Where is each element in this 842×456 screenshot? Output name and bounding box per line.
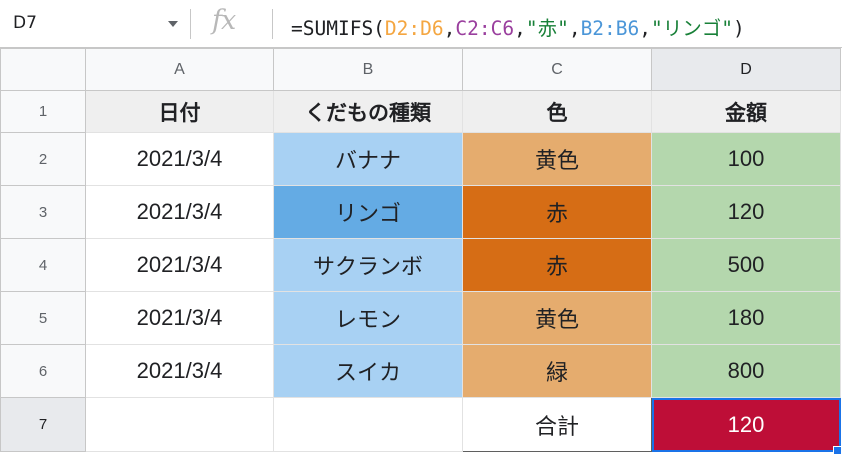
cell-d5[interactable]: 180	[651, 291, 841, 345]
cell-a2[interactable]: 2021/3/4	[85, 132, 274, 186]
formula-token: C2:C6	[455, 17, 515, 40]
cell-b1[interactable]: くだもの種類	[273, 90, 463, 133]
cell-c6[interactable]: 緑	[462, 344, 652, 398]
formula-token: D2:D6	[384, 17, 444, 40]
chevron-down-icon[interactable]	[168, 21, 178, 27]
formula-token: "赤"	[525, 17, 569, 40]
total-value-cell[interactable]: 120	[651, 397, 841, 452]
cell-d2[interactable]: 100	[651, 132, 841, 186]
cell-a6[interactable]: 2021/3/4	[85, 344, 274, 398]
cell-a5[interactable]: 2021/3/4	[85, 291, 274, 345]
cell-d6[interactable]: 800	[651, 344, 841, 398]
cell-b3[interactable]: リンゴ	[273, 185, 463, 239]
row-header-5[interactable]: 5	[0, 291, 86, 345]
cell-b6[interactable]: スイカ	[273, 344, 463, 398]
cell-c4[interactable]: 赤	[462, 238, 652, 292]
cell-d4[interactable]: 500	[651, 238, 841, 292]
column-header-c[interactable]: C	[462, 48, 652, 91]
cell-b4[interactable]: サクランボ	[273, 238, 463, 292]
cell-a3[interactable]: 2021/3/4	[85, 185, 274, 239]
row-header-6[interactable]: 6	[0, 344, 86, 398]
column-header-b[interactable]: B	[273, 48, 463, 91]
cell-b5[interactable]: レモン	[273, 291, 463, 345]
cell-b7[interactable]	[273, 397, 463, 452]
formula-input[interactable]: =SUMIFS(D2:D6,C2:C6,"赤",B2:B6,"リンゴ")	[291, 12, 745, 41]
total-label-cell[interactable]: 合計	[462, 397, 652, 452]
column-header-d[interactable]: D	[651, 48, 841, 91]
row-header-1[interactable]: 1	[0, 90, 86, 133]
formula-bar: D7 fx =SUMIFS(D2:D6,C2:C6,"赤",B2:B6,"リンゴ…	[0, 0, 842, 48]
cell-c1[interactable]: 色	[462, 90, 652, 133]
name-box[interactable]: D7	[0, 0, 190, 47]
cell-d3[interactable]: 120	[651, 185, 841, 239]
spreadsheet-grid: A B C D 1 日付 くだもの種類 色 金額 2 2021/3/4 バナナ …	[0, 48, 841, 452]
row-header-4[interactable]: 4	[0, 238, 86, 292]
fill-handle[interactable]	[833, 446, 842, 455]
cell-c2[interactable]: 黄色	[462, 132, 652, 186]
cell-d1[interactable]: 金額	[651, 90, 841, 133]
select-all-corner[interactable]	[0, 48, 86, 91]
cell-c3[interactable]: 赤	[462, 185, 652, 239]
row-header-2[interactable]: 2	[0, 132, 86, 186]
column-header-a[interactable]: A	[85, 48, 274, 91]
formula-token: ,	[514, 17, 526, 40]
cell-a4[interactable]: 2021/3/4	[85, 238, 274, 292]
row-header-7[interactable]: 7	[0, 397, 86, 452]
cell-b2[interactable]: バナナ	[273, 132, 463, 186]
divider	[272, 9, 273, 39]
formula-token: "リンゴ"	[651, 17, 733, 40]
fx-icon: fx	[212, 5, 236, 36]
formula-token: =SUMIFS(	[291, 17, 385, 40]
formula-token: ,	[568, 17, 581, 40]
cell-c5[interactable]: 黄色	[462, 291, 652, 345]
formula-token: )	[733, 17, 745, 40]
row-header-3[interactable]: 3	[0, 185, 86, 239]
formula-token: B2:B6	[580, 17, 640, 40]
name-box-value: D7	[13, 13, 37, 33]
cell-a7[interactable]	[85, 397, 274, 452]
divider	[190, 9, 191, 39]
cell-a1[interactable]: 日付	[85, 90, 274, 133]
formula-token: ,	[639, 17, 652, 40]
formula-token: ,	[443, 17, 456, 40]
